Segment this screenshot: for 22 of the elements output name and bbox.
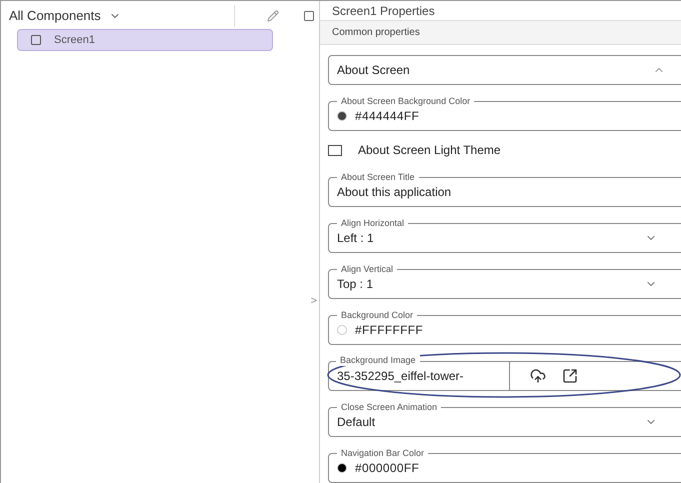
field-label: Align Horizontal <box>337 217 408 229</box>
color-value: #000000FF <box>355 460 420 477</box>
field-label: Navigation Bar Color <box>337 447 428 459</box>
color-value: #444444FF <box>355 108 420 125</box>
section-header: Common properties <box>320 21 681 45</box>
collapse-toggle[interactable]: > <box>310 293 317 310</box>
open-external-icon[interactable] <box>562 368 578 384</box>
components-dropdown[interactable]: All Components <box>5 5 235 27</box>
component-item[interactable]: Screen1 <box>17 29 273 51</box>
upload-icon[interactable] <box>530 368 546 384</box>
checkbox[interactable] <box>328 144 342 156</box>
color-value: #FFFFFFFF <box>355 322 424 339</box>
checkbox-row[interactable]: About Screen Light Theme <box>328 139 681 161</box>
field-label: Background Color <box>337 309 418 321</box>
field-label: About Screen Background Color <box>337 95 474 107</box>
field-label: Align Vertical <box>337 263 398 275</box>
field-label: Background Image <box>336 354 420 366</box>
field-label: Close Screen Animation <box>337 401 442 413</box>
field-label: About Screen Title <box>337 171 419 183</box>
checkbox-label: About Screen Light Theme <box>358 142 501 159</box>
section-accordion[interactable]: About Screen <box>328 55 681 85</box>
pencil-icon[interactable] <box>267 10 279 22</box>
